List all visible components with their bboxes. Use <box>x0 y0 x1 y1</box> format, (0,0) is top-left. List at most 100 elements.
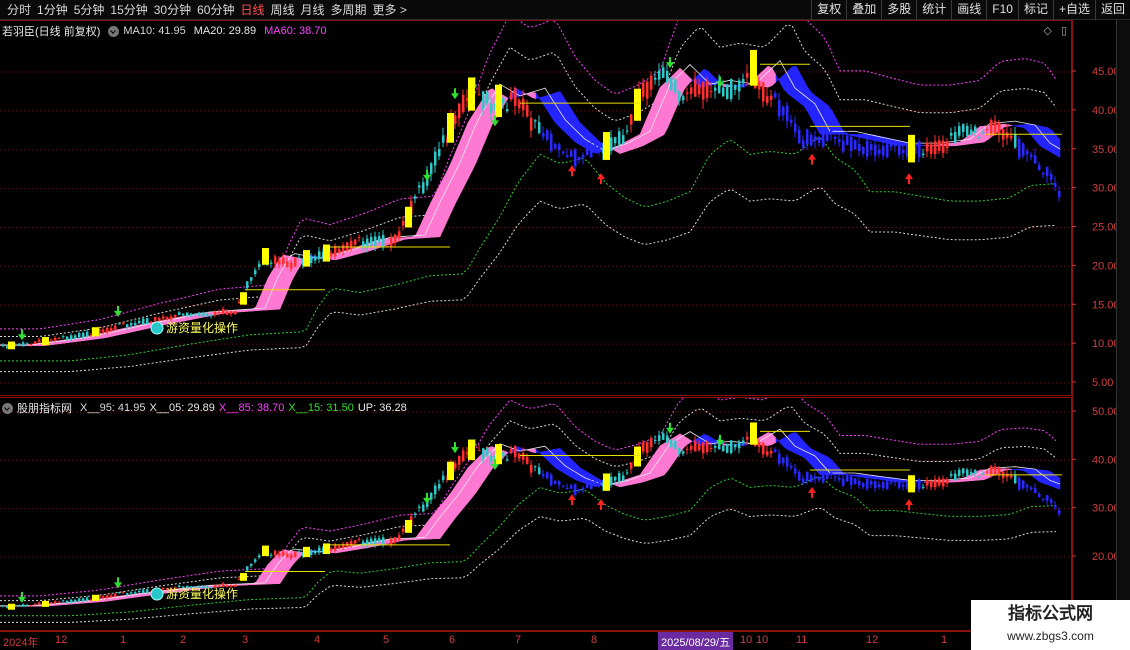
toolbar-button-0[interactable]: 复权 <box>811 0 846 20</box>
right-info-strip[interactable] <box>1116 20 1130 631</box>
main-candle-body <box>642 82 645 97</box>
main-candlestick-chart[interactable]: 游资量化操作 <box>0 21 1072 397</box>
toolbar-button-1[interactable]: 叠加 <box>846 0 881 20</box>
main-candle-body <box>630 114 633 125</box>
sub-candle-body <box>390 538 393 545</box>
main-candle-body <box>58 338 61 339</box>
main-annotation-icon <box>150 321 164 335</box>
main-legend: 若羽臣(日线 前复权) MA10: 41.95 MA20: 29.89 MA60… <box>2 23 335 39</box>
period-tab-0[interactable]: 分时 <box>4 1 34 18</box>
main-candle-body <box>622 135 625 145</box>
main-candle-body <box>930 144 933 155</box>
main-ma-band-seg <box>403 237 409 240</box>
main-ma-band-seg <box>947 142 953 147</box>
sub-lower-white-envelope <box>0 507 1057 623</box>
period-tab-3[interactable]: 15分钟 <box>107 1 150 18</box>
sub-candle-body <box>1026 485 1029 488</box>
sub-ma-band-seg <box>1011 469 1017 471</box>
main-ma-band-seg <box>855 133 861 138</box>
sub-signal-block-5 <box>303 546 310 558</box>
sub-candle-body <box>862 482 865 488</box>
indicator-panel[interactable]: 游资量化操作 股朋指标网 X__95: 41.95 X__05: 29.89 X… <box>0 397 1072 631</box>
toolbar-button-4[interactable]: 画线 <box>951 0 986 20</box>
sub-red-arrow-3 <box>905 499 913 510</box>
main-candle-body <box>342 244 345 252</box>
main-ma-band-seg <box>475 102 481 164</box>
sub-candle-body <box>58 601 61 603</box>
price-tick-label-3: 20.00 <box>1092 551 1116 563</box>
sub-candle-body <box>878 484 881 488</box>
sub-upper-white-envelope <box>0 406 1057 602</box>
main-candle-body <box>162 316 165 319</box>
sub-candle-body <box>874 481 877 489</box>
main-ma-band-seg <box>763 65 769 88</box>
sub-candle-body <box>534 466 537 468</box>
settings-circle-icon[interactable] <box>108 25 120 37</box>
main-signal-block-5 <box>303 250 310 267</box>
main-ma-band-seg <box>955 141 961 147</box>
main-candle-body <box>950 132 953 136</box>
sub-candle-body <box>378 538 381 542</box>
toolbar-button-7[interactable]: +自选 <box>1052 0 1095 20</box>
main-red-arrow-3 <box>905 173 913 185</box>
sub-ma-band-seg <box>427 515 433 540</box>
main-candle-body <box>886 142 889 158</box>
toolbar-button-5[interactable]: F10 <box>986 0 1018 20</box>
main-candle-body <box>770 95 773 100</box>
sub-candle-body <box>734 444 737 448</box>
sub-candle-body <box>966 469 969 476</box>
toolbar-button-6[interactable]: 标记 <box>1017 0 1053 20</box>
sub-candle-body <box>686 448 689 450</box>
period-tab-10[interactable]: 更多 > <box>370 1 410 18</box>
diamond-icon[interactable]: ◇ <box>1043 25 1051 37</box>
sub-ma-band-seg <box>1015 468 1021 471</box>
main-candle-body <box>946 141 949 149</box>
main-ma-band-seg <box>815 95 821 135</box>
main-candle-body <box>822 131 825 147</box>
period-tab-6[interactable]: 日线 <box>237 1 267 18</box>
sub-ma-band-seg <box>663 440 669 476</box>
main-candle-body <box>354 239 357 245</box>
sub-candle-body <box>146 589 149 593</box>
main-candle-body <box>942 140 945 153</box>
date-label-5: 4 <box>314 634 321 646</box>
sub-candle-body <box>710 448 713 450</box>
sub-candle-body <box>82 598 85 602</box>
sub-ma-band-seg <box>567 455 573 479</box>
main-candle-body <box>430 163 433 175</box>
indicator-settings-icon[interactable] <box>2 402 13 414</box>
toolbar-button-2[interactable]: 多股 <box>881 0 916 20</box>
main-candle-body <box>542 132 545 137</box>
main-ma-band-seg <box>683 71 689 91</box>
date-label-9: 8 <box>591 634 598 646</box>
main-candle-body <box>758 81 761 90</box>
sub-candle-body <box>290 554 293 559</box>
copy-icon[interactable]: ▯ <box>1061 25 1067 37</box>
toolbar-button-8[interactable]: 返回 <box>1094 0 1130 20</box>
sub-ma-band-seg <box>535 448 541 454</box>
price-tick-label-0: 50.00 <box>1092 406 1116 418</box>
main-chart-panel[interactable]: 游资量化操作 若羽臣(日线 前复权) MA10: 41.95 MA20: 29.… <box>0 20 1072 396</box>
period-tab-5[interactable]: 60分钟 <box>194 1 237 18</box>
main-candle-body <box>726 84 729 99</box>
main-candle-body <box>806 129 809 145</box>
period-tab-8[interactable]: 月线 <box>298 1 328 18</box>
toolbar-button-3[interactable]: 统计 <box>916 0 951 20</box>
sub-ma-band-seg <box>859 474 865 478</box>
main-candle-body <box>1042 172 1045 175</box>
main-candle-body <box>734 85 737 90</box>
main-candle-body <box>714 87 717 91</box>
period-tab-1[interactable]: 1分钟 <box>34 1 71 18</box>
main-candle-body <box>530 118 533 131</box>
sub-candle-body <box>882 482 885 489</box>
period-tab-7[interactable]: 周线 <box>267 1 297 18</box>
sub-ma-band-seg <box>471 459 477 499</box>
indicator-chart[interactable]: 游资量化操作 <box>0 398 1072 632</box>
sub-signal-block-8 <box>447 461 454 481</box>
main-green-arrow-2 <box>423 169 431 181</box>
sub-ma-band-seg <box>687 438 693 445</box>
main-candle-body <box>2 344 5 347</box>
period-tab-2[interactable]: 5分钟 <box>71 1 108 18</box>
period-tab-4[interactable]: 30分钟 <box>151 1 194 18</box>
period-tab-9[interactable]: 多周期 <box>328 1 370 18</box>
